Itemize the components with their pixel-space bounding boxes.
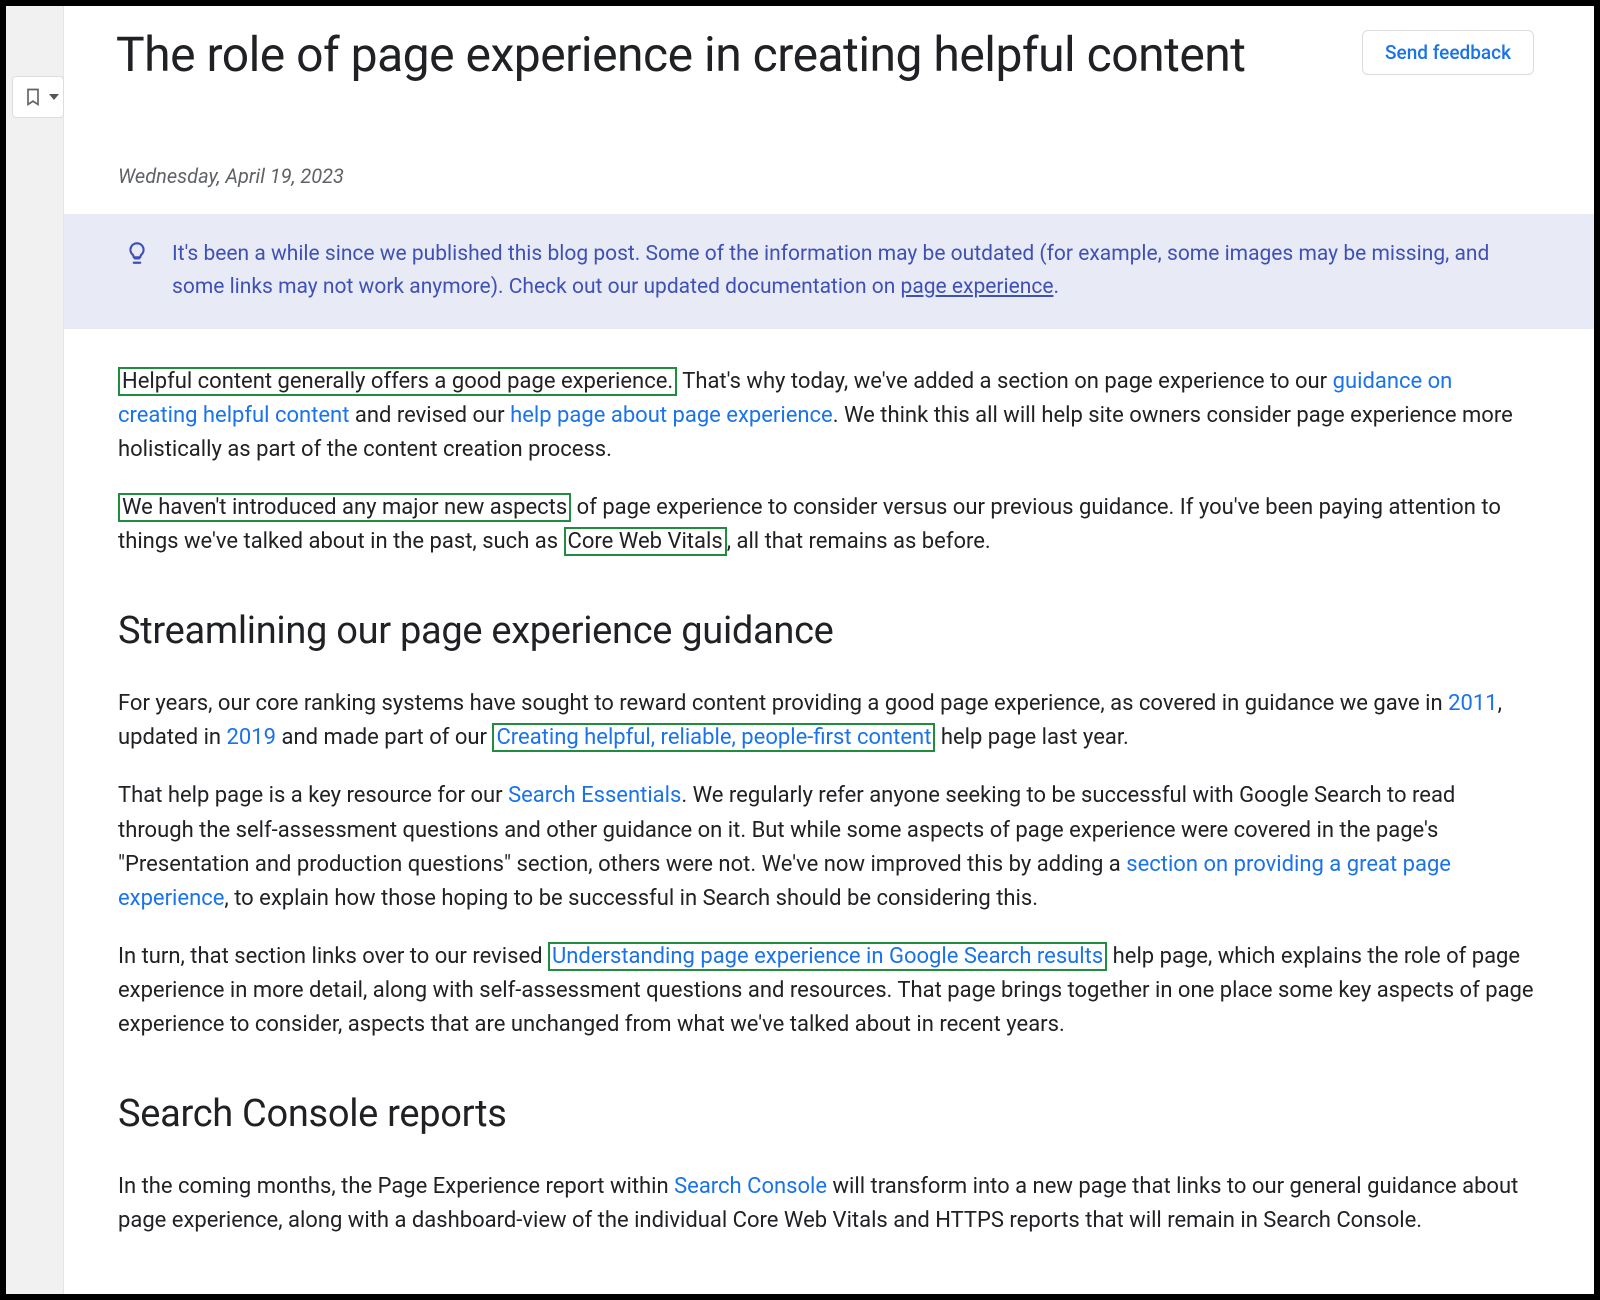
left-rail (6, 6, 64, 1294)
p2-t2: , all that remains as before. (727, 529, 991, 554)
link-help-page-experience[interactable]: help page about page experience (510, 403, 833, 428)
lightbulb-icon (124, 240, 150, 266)
highlight-creating-helpful-link: Creating helpful, reliable, people-first… (492, 723, 935, 752)
p6-t1: In the coming months, the Page Experienc… (118, 1174, 674, 1199)
chevron-down-icon (49, 94, 59, 100)
notice-pre: It's been a while since we published thi… (172, 242, 1489, 300)
heading-streamlining: Streamlining our page experience guidanc… (118, 609, 1534, 653)
notice-text: It's been a while since we published thi… (172, 238, 1534, 305)
highlight-helpful-content: Helpful content generally offers a good … (118, 367, 677, 396)
p1-t1: That's why today, we've added a section … (677, 369, 1332, 394)
highlight-core-web-vitals: Core Web Vitals (564, 527, 727, 556)
link-search-essentials[interactable]: Search Essentials (508, 783, 681, 808)
p5-t1: In turn, that section links over to our … (118, 944, 548, 969)
paragraph-3: For years, our core ranking systems have… (118, 687, 1534, 755)
p3-t3: and made part of our (276, 725, 492, 750)
bookmark-dropdown[interactable] (12, 76, 64, 118)
paragraph-2: We haven't introduced any major new aspe… (118, 491, 1534, 559)
heading-search-console: Search Console reports (118, 1092, 1534, 1136)
bookmark-icon (23, 85, 43, 109)
highlight-understanding-page-experience: Understanding page experience in Google … (548, 942, 1107, 971)
link-understanding-page-experience[interactable]: Understanding page experience in Google … (552, 944, 1103, 969)
send-feedback-button[interactable]: Send feedback (1362, 30, 1534, 75)
link-search-console[interactable]: Search Console (674, 1174, 827, 1199)
p3-t1: For years, our core ranking systems have… (118, 691, 1448, 716)
p4-t3: , to explain how those hoping to be succ… (224, 886, 1038, 911)
paragraph-4: That help page is a key resource for our… (118, 779, 1534, 915)
article-body: Helpful content generally offers a good … (64, 329, 1594, 1239)
paragraph-1: Helpful content generally offers a good … (118, 365, 1534, 467)
p3-t4: help page last year. (935, 725, 1128, 750)
paragraph-6: In the coming months, the Page Experienc… (118, 1170, 1534, 1238)
paragraph-5: In turn, that section links over to our … (118, 940, 1534, 1042)
p1-t2: and revised our (349, 403, 510, 428)
link-creating-helpful[interactable]: Creating helpful, reliable, people-first… (496, 725, 931, 750)
main-content: The role of page experience in creating … (64, 6, 1594, 1294)
p4-t1: That help page is a key resource for our (118, 783, 508, 808)
highlight-no-new-aspects: We haven't introduced any major new aspe… (118, 493, 571, 522)
page-frame: The role of page experience in creating … (6, 6, 1594, 1294)
outdated-notice: It's been a while since we published thi… (64, 214, 1594, 329)
header-row: The role of page experience in creating … (64, 6, 1594, 84)
page-title: The role of page experience in creating … (116, 26, 1246, 84)
notice-post: . (1053, 275, 1059, 299)
link-2011[interactable]: 2011 (1448, 691, 1497, 716)
link-2019[interactable]: 2019 (227, 725, 276, 750)
notice-link-page-experience[interactable]: page experience (901, 275, 1054, 299)
publish-date: Wednesday, April 19, 2023 (64, 84, 1594, 214)
